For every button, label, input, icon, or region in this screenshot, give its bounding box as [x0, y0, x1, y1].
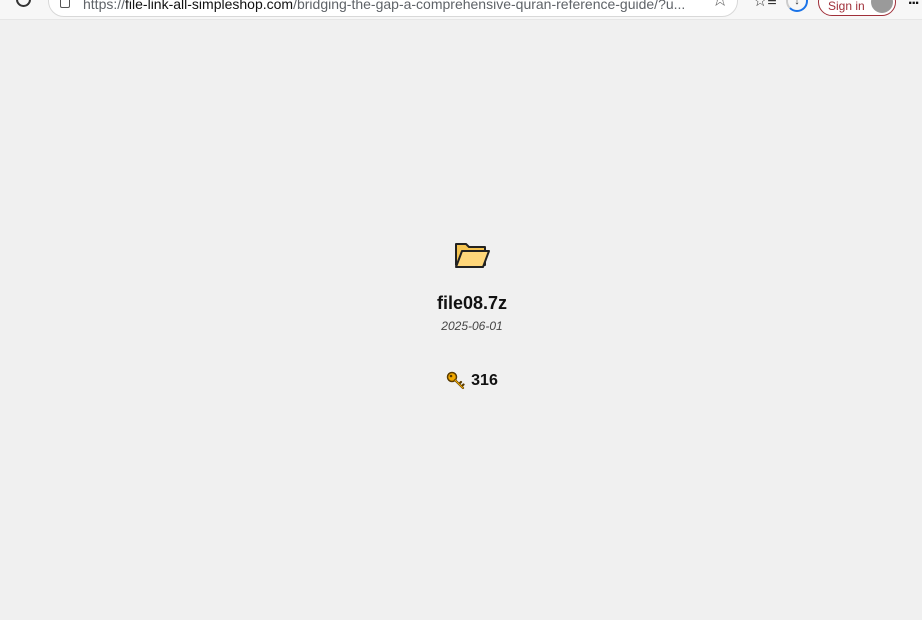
favorites-icon[interactable]: ☆≡ — [753, 0, 777, 11]
star-icon[interactable]: ☆ — [711, 0, 729, 10]
url-path: /bridging-the-gap-a-comprehensive-quran-… — [293, 0, 686, 12]
sign-in-label: Sign in — [828, 0, 865, 13]
url-host: file-link-all-simpleshop.com — [125, 0, 294, 12]
key-icon — [446, 371, 466, 391]
key-count: 316 — [471, 372, 498, 389]
url-prefix: https:// — [83, 0, 126, 12]
refresh-icon[interactable] — [16, 0, 31, 7]
sign-in-button[interactable]: Sign in — [818, 0, 896, 16]
key-count-row: 316 — [0, 371, 922, 391]
avatar — [871, 0, 893, 13]
file-name[interactable]: file08.7z — [0, 293, 922, 314]
site-info-icon[interactable] — [60, 0, 70, 8]
file-card: file08.7z 2025-06-01 316 — [0, 240, 922, 391]
open-folder-icon — [454, 240, 490, 270]
file-date: 2025-06-01 — [441, 319, 503, 333]
address-bar[interactable]: https://file-link-all-simpleshop.com/bri… — [48, 0, 738, 17]
download-icon[interactable]: ↓ — [786, 0, 808, 12]
more-menu-icon[interactable]: ... — [908, 0, 919, 9]
url-text[interactable]: https://file-link-all-simpleshop.com/bri… — [83, 0, 703, 12]
browser-toolbar: https://file-link-all-simpleshop.com/bri… — [0, 0, 922, 20]
